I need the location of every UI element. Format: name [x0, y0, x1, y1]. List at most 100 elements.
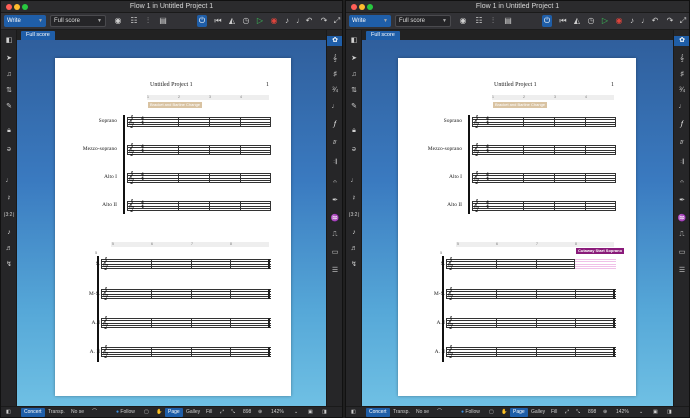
panel-icon[interactable]: ▤	[158, 15, 168, 27]
palette-icon[interactable]: ✿	[674, 36, 689, 46]
record-icon[interactable]: ◉	[269, 15, 279, 27]
panel-right-icon[interactable]: ◨	[319, 408, 330, 417]
fill-button[interactable]: Fill	[548, 408, 560, 417]
comment-icon[interactable]: ▭	[327, 248, 342, 258]
layout-icon[interactable]: ◧	[346, 36, 362, 46]
score-canvas[interactable]: Full score Untitled Project 1 1 1 2 3 4 …	[362, 30, 673, 406]
view-options-icon[interactable]: ▢	[141, 408, 152, 417]
stopwatch-icon[interactable]: ◷	[586, 15, 596, 27]
chord-icon[interactable]: ⇅	[346, 86, 362, 96]
voice-icon[interactable]: ǝ	[1, 145, 17, 155]
speaker-icon[interactable]: ♪	[282, 15, 292, 27]
tempo-icon[interactable]: ♩	[327, 102, 342, 112]
guitar-icon[interactable]: ⎍	[674, 230, 689, 240]
ornament-icon[interactable]: 𝆖	[327, 138, 342, 148]
sliders-icon[interactable]: ⫶	[488, 15, 498, 27]
rewind-icon[interactable]: ⏮	[213, 15, 223, 27]
dynamics-icon[interactable]: 𝆑	[674, 120, 689, 130]
speaker-icon[interactable]: ♪	[627, 15, 637, 27]
eye-icon[interactable]: ◉	[113, 15, 123, 27]
undo-icon[interactable]: ↶	[304, 15, 314, 27]
tremolo-icon[interactable]: ↯	[346, 260, 362, 270]
slur-icon[interactable]: ♬	[346, 244, 362, 254]
concert-pitch-button[interactable]: Concert	[366, 408, 390, 417]
note-input-icon[interactable]: ♫	[346, 70, 362, 80]
harp-icon[interactable]: ♒	[327, 214, 342, 224]
page-view-button[interactable]: Page	[165, 408, 183, 417]
fermata-icon[interactable]: 𝄐	[327, 178, 342, 188]
fill-button[interactable]: Fill	[203, 408, 215, 417]
clef-icon[interactable]: 𝄞	[674, 54, 689, 64]
hand-tool-icon[interactable]: ✋	[498, 408, 510, 417]
undo-icon[interactable]: ↶	[650, 15, 660, 27]
stopwatch-icon[interactable]: ◷	[241, 15, 251, 27]
cutaway-signpost[interactable]: Cutaway Start Soprano	[576, 248, 625, 254]
comment-icon[interactable]: ▭	[674, 248, 689, 258]
staff[interactable]: 𝄞 44	[472, 116, 616, 127]
panel-right-icon[interactable]: ◨	[664, 408, 675, 417]
zoom-level[interactable]: 142%	[613, 408, 632, 417]
page-view-button[interactable]: Page	[510, 408, 528, 417]
pointer-icon[interactable]: ➤	[346, 54, 362, 64]
lock-icon[interactable]: 🔒︎	[1, 126, 17, 136]
score-page[interactable]: Untitled Project 1 1 1 2 3 4 Bracket and…	[55, 58, 291, 396]
staff[interactable]: 𝄞	[101, 288, 271, 299]
power-icon[interactable]: ⏻	[197, 15, 207, 27]
layout-icon[interactable]: ◧	[1, 36, 17, 46]
score-canvas[interactable]: Full score Untitled Project 1 1 1 2 3 4 …	[17, 30, 326, 406]
staff[interactable]: 𝄞 44	[127, 200, 271, 211]
pencil-icon[interactable]: ✎	[1, 102, 17, 112]
zoom-fit-icon[interactable]: ⤡	[228, 408, 238, 417]
palette-icon[interactable]: ✿	[327, 36, 342, 46]
metronome-icon[interactable]: ◭	[227, 15, 237, 27]
play-icon[interactable]: ▷	[255, 15, 265, 27]
galley-view-button[interactable]: Galley	[183, 408, 203, 417]
redo-icon[interactable]: ↷	[319, 15, 329, 27]
fermata-icon[interactable]: 𝄐	[674, 178, 689, 188]
redo-icon[interactable]: ↷	[665, 15, 675, 27]
sliders-icon[interactable]: ⫶	[143, 15, 153, 27]
panel-icon[interactable]: ▤	[503, 15, 513, 27]
pen-icon[interactable]: ✒	[674, 196, 689, 206]
transposed-pitch-button[interactable]: Transp.	[45, 408, 68, 417]
sidebar-toggle-icon[interactable]: ◧	[348, 408, 359, 417]
rest-icon[interactable]: 𝄽	[346, 194, 362, 204]
metronome-icon[interactable]: ◭	[572, 15, 582, 27]
staff[interactable]: 𝄞	[446, 258, 616, 269]
sidebar-toggle-icon[interactable]: ◧	[3, 408, 14, 417]
staff[interactable]: 𝄞 44	[127, 144, 271, 155]
pencil-icon[interactable]: ✎	[346, 102, 362, 112]
staff[interactable]: 𝄞	[101, 346, 271, 357]
key-icon[interactable]: ♯	[674, 70, 689, 80]
list-icon[interactable]: ☰	[674, 266, 689, 276]
zoom-fit-icon[interactable]: ⤢	[562, 408, 572, 417]
view-options-icon[interactable]: ▢	[486, 408, 497, 417]
key-icon[interactable]: ♯	[327, 70, 342, 80]
lock-icon[interactable]: 🔒︎	[346, 126, 362, 136]
guitar-icon[interactable]: ⎍	[327, 230, 342, 240]
staff[interactable]: 𝄞 44	[472, 172, 616, 183]
staff[interactable]: 𝄞	[446, 288, 616, 299]
layout-selector[interactable]: Full score ▼	[50, 15, 106, 27]
follow-toggle[interactable]: ● Follow	[458, 408, 483, 417]
galley-view-button[interactable]: Galley	[528, 408, 548, 417]
bracket-barline-signpost[interactable]: Bracket and Barline Change	[493, 102, 548, 108]
eye-icon[interactable]: ◉	[458, 15, 468, 27]
fullscreen-icon[interactable]: ▣	[650, 408, 661, 417]
note-input-icon[interactable]: ♫	[1, 70, 17, 80]
tremolo-icon[interactable]: ↯	[1, 260, 17, 270]
staff[interactable]: 𝄞	[446, 317, 616, 328]
chevron-down-icon[interactable]: ⌄	[636, 408, 646, 417]
staff[interactable]: 𝄞	[101, 317, 271, 328]
tempo-icon[interactable]: ♩	[640, 15, 650, 27]
repeat-icon[interactable]: 𝄇	[327, 158, 342, 168]
zoom-fit-icon[interactable]: ⤢	[217, 408, 227, 417]
staff[interactable]: 𝄞 44	[127, 116, 271, 127]
play-icon[interactable]: ▷	[600, 15, 610, 27]
rest-icon[interactable]: 𝄽	[1, 194, 17, 204]
chevron-down-icon[interactable]: ⌄	[291, 408, 301, 417]
pen-icon[interactable]: ✒	[327, 196, 342, 206]
staff[interactable]: 𝄞	[101, 258, 271, 269]
repeat-icon[interactable]: 𝄇	[674, 158, 689, 168]
tab-full-score[interactable]: Full score	[21, 31, 55, 40]
